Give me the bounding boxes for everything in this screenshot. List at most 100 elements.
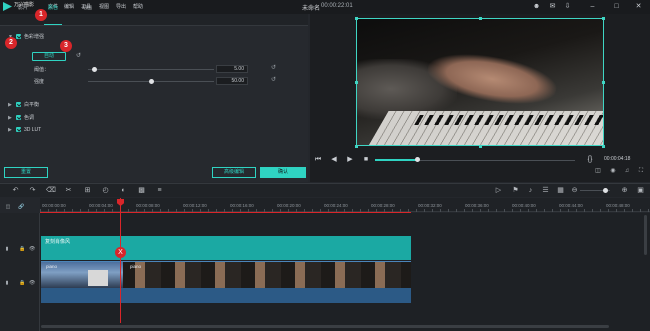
- undo-icon[interactable]: ↶: [11, 186, 20, 195]
- section-tone[interactable]: ▶ 色调: [8, 114, 88, 122]
- crop-handle[interactable]: [355, 145, 358, 148]
- timeline-toolbar: [0, 183, 650, 197]
- add-track-icon[interactable]: ◫: [5, 204, 11, 210]
- track-type-icon: ▮: [5, 280, 9, 286]
- previous-frame-icon[interactable]: ⏮: [314, 156, 322, 164]
- enhance-checkbox[interactable]: [16, 34, 21, 39]
- logo-mark-icon: [3, 2, 12, 11]
- section-white-balance[interactable]: ▶ 白平衡: [8, 101, 88, 109]
- auto-button[interactable]: 自动: [32, 52, 66, 61]
- tab-color[interactable]: 颜色: [48, 4, 58, 11]
- threshold-reset-icon[interactable]: ↺: [271, 65, 278, 72]
- playback-seek-knob[interactable]: [414, 157, 420, 162]
- crop-handle[interactable]: [355, 17, 358, 20]
- menu-help[interactable]: 帮助: [133, 3, 143, 10]
- callout-2: 2: [5, 37, 17, 49]
- ruler-tick-label: 00:00:32:00: [418, 203, 442, 208]
- user-icon[interactable]: ☻: [532, 2, 541, 11]
- color-icon[interactable]: ◐: [119, 186, 128, 195]
- zoom-in-icon[interactable]: ⊕: [620, 186, 629, 195]
- confirm-button[interactable]: 确认: [260, 167, 306, 178]
- split-marker[interactable]: X: [115, 247, 126, 258]
- snap-icon[interactable]: ▦: [556, 186, 565, 195]
- delete-icon[interactable]: ⌫: [46, 186, 56, 195]
- crop-handle[interactable]: [479, 145, 482, 148]
- crop-handle[interactable]: [602, 17, 605, 20]
- zoom-slider-knob[interactable]: [603, 188, 608, 193]
- link-icon[interactable]: 🔗: [18, 204, 24, 210]
- threshold-slider-knob[interactable]: [91, 67, 97, 72]
- fit-icon[interactable]: ▣: [636, 186, 645, 195]
- step-back-icon[interactable]: ◀: [330, 156, 338, 164]
- ruler-tick-label: 00:00:24:00: [324, 203, 348, 208]
- callout-3: 3: [60, 40, 72, 52]
- tab-animation[interactable]: 动画: [82, 4, 92, 11]
- lut-label: 3D LUT: [24, 127, 42, 133]
- intensity-label: 强度: [34, 79, 45, 85]
- mark-in-out-icon[interactable]: {}: [586, 156, 594, 164]
- ruler-tick-label: 00:00:36:00: [465, 203, 489, 208]
- ruler-tick-label: 00:00:48:00: [606, 203, 630, 208]
- advanced-edit-button[interactable]: 高级编辑: [212, 167, 256, 178]
- audio-adjust-icon[interactable]: ≡: [155, 186, 164, 195]
- download-icon[interactable]: ⇩: [563, 2, 572, 11]
- section-color-enhance[interactable]: ▼ 色彩增强: [8, 33, 88, 41]
- snapshot-icon[interactable]: ◉: [609, 167, 617, 175]
- document-duration: 00:00:22:01: [321, 3, 353, 9]
- minimize-icon[interactable]: –: [588, 2, 597, 11]
- crop-icon[interactable]: ⊞: [83, 186, 92, 195]
- crop-handle[interactable]: [479, 17, 482, 20]
- stop-icon[interactable]: ■: [362, 156, 370, 164]
- display-settings-icon[interactable]: ◫: [594, 167, 602, 175]
- close-icon[interactable]: ✕: [634, 2, 643, 11]
- chevron-right-icon[interactable]: ▶: [8, 126, 14, 134]
- lock-icon[interactable]: 🔒: [19, 246, 25, 252]
- white-balance-checkbox[interactable]: [16, 102, 21, 107]
- intensity-reset-icon[interactable]: ↺: [271, 77, 278, 84]
- mixer-icon[interactable]: ☰: [541, 186, 550, 195]
- cut-icon[interactable]: ✂: [64, 186, 73, 195]
- eye-icon[interactable]: 👁: [29, 280, 35, 286]
- app-window: 万兴喵影 文件 编辑 工具 视图 导出 帮助 未命名 00:00:22:01 ☻…: [0, 0, 650, 331]
- effect-clip[interactable]: [41, 236, 411, 260]
- effect-clip-label: 复刻肖像风: [45, 239, 71, 245]
- intensity-slider-knob[interactable]: [148, 79, 154, 84]
- voiceover-icon[interactable]: ♪: [526, 186, 535, 195]
- chevron-right-icon[interactable]: ▶: [8, 101, 14, 109]
- mail-icon[interactable]: ✉: [548, 2, 557, 11]
- threshold-value-field[interactable]: 5.00: [216, 65, 248, 73]
- tab-video[interactable]: 影片: [18, 4, 28, 11]
- reset-button[interactable]: 重置: [4, 167, 48, 178]
- undo-icon[interactable]: ↺: [76, 53, 83, 60]
- eye-icon[interactable]: 👁: [29, 246, 35, 252]
- horizontal-scrollbar[interactable]: [41, 325, 609, 328]
- lut-checkbox[interactable]: [16, 127, 21, 132]
- crop-handle[interactable]: [355, 81, 358, 84]
- restore-icon[interactable]: □: [612, 2, 621, 11]
- intensity-value-field[interactable]: 50.00: [216, 77, 248, 85]
- chevron-right-icon[interactable]: ▶: [8, 114, 14, 122]
- threshold-slider[interactable]: [88, 69, 214, 70]
- green-screen-icon[interactable]: ▩: [137, 186, 146, 195]
- menu-view[interactable]: 视图: [99, 3, 109, 10]
- speed-icon[interactable]: ◴: [101, 186, 110, 195]
- playhead[interactable]: [120, 198, 121, 323]
- fullscreen-icon[interactable]: ⛶: [637, 167, 645, 175]
- render-icon[interactable]: ▷: [494, 186, 503, 195]
- preview-video-frame[interactable]: [356, 18, 604, 146]
- track-headers: [0, 213, 40, 331]
- tone-checkbox[interactable]: [16, 115, 21, 120]
- menu-edit[interactable]: 编辑: [64, 3, 74, 10]
- ruler-tick-label: 00:00:28:00: [371, 203, 395, 208]
- marker-icon[interactable]: ⚑: [511, 186, 520, 195]
- section-3d-lut[interactable]: ▶ 3D LUT: [8, 126, 88, 134]
- play-icon[interactable]: ▶: [346, 156, 354, 164]
- vertical-scrollbar[interactable]: [644, 215, 647, 255]
- crop-handle[interactable]: [602, 145, 605, 148]
- lock-icon[interactable]: 🔒: [19, 280, 25, 286]
- volume-icon[interactable]: ♫: [623, 167, 631, 175]
- redo-icon[interactable]: ↷: [28, 186, 37, 195]
- crop-handle[interactable]: [602, 81, 605, 84]
- zoom-out-icon[interactable]: ⊖: [570, 186, 579, 195]
- menu-export[interactable]: 导出: [116, 3, 126, 10]
